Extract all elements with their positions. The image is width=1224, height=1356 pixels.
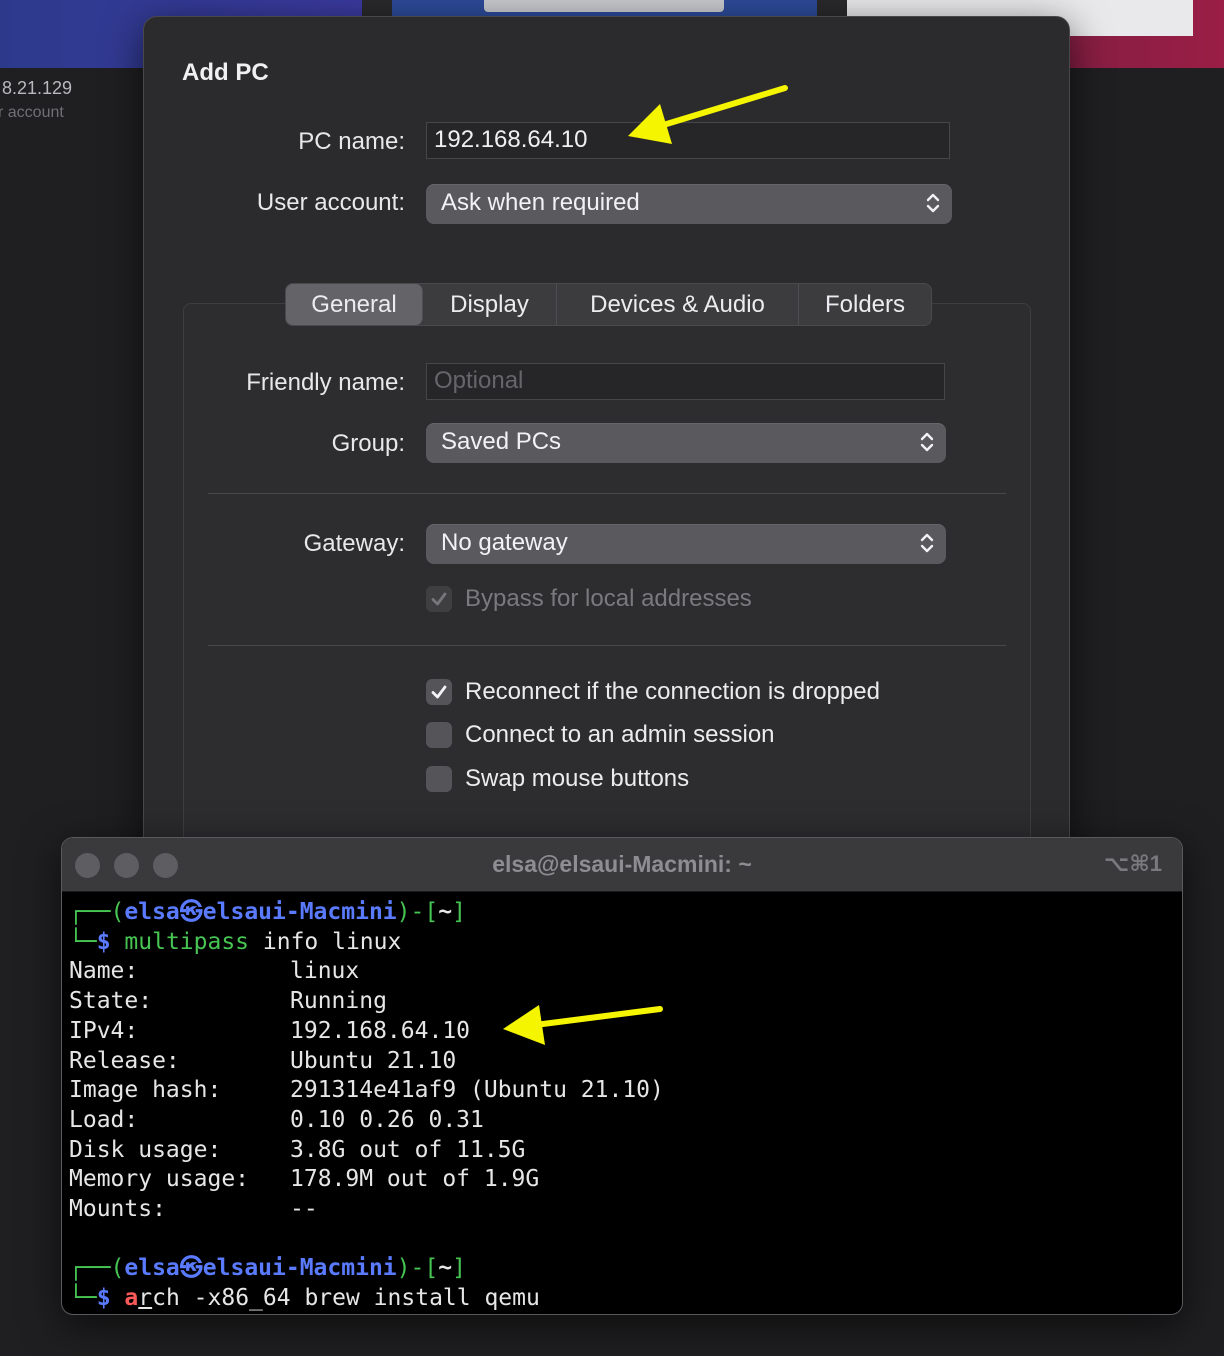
user-account-label: User account: <box>256 189 405 216</box>
dialog-title: Add PC <box>182 59 269 86</box>
user-account-value: Ask when required <box>441 189 640 216</box>
group-value: Saved PCs <box>441 428 562 455</box>
pc-name-label: PC name: <box>298 128 405 155</box>
reconnect-label: Reconnect if the connection is dropped <box>465 678 880 705</box>
command-line: └─$ multipass info linux <box>69 928 402 955</box>
annotation-arrow-icon <box>628 85 788 144</box>
gateway-value: No gateway <box>441 529 568 556</box>
swap-mouse-label: Swap mouse buttons <box>465 765 690 792</box>
checkbox-box <box>426 722 452 748</box>
info-row: Name: linux <box>69 958 360 985</box>
group-select[interactable]: Saved PCs <box>426 423 946 463</box>
command-line: └─$ arch -x86_64 brew install qemu <box>69 1285 540 1312</box>
terminal-window: elsa@elsaui-Macmini: ~ ⌥⌘1 ┌──(elsa㉿elsa… <box>61 837 1183 1315</box>
checkmark-icon <box>431 685 447 699</box>
prompt-line: ┌──(elsa㉿elsaui-Macmini)-[~] <box>69 1255 466 1282</box>
checkbox-box <box>426 586 452 612</box>
bypass-local-checkbox[interactable]: Bypass for local addresses <box>426 585 752 613</box>
checkmark-icon <box>431 592 447 606</box>
terminal-shortcut: ⌥⌘1 <box>1104 851 1162 876</box>
tab-devices-audio[interactable]: Devices & Audio <box>557 284 799 325</box>
section-divider <box>208 645 1006 646</box>
chevron-updown-icon <box>926 193 940 213</box>
gateway-label: Gateway: <box>303 530 405 557</box>
admin-session-label: Connect to an admin session <box>465 721 775 748</box>
friendly-name-input[interactable]: Optional <box>426 363 945 400</box>
section-divider <box>208 493 1006 494</box>
chevron-updown-icon <box>920 533 934 553</box>
gateway-select[interactable]: No gateway <box>426 524 946 564</box>
admin-session-checkbox[interactable]: Connect to an admin session <box>426 721 775 749</box>
info-row: Mounts: -- <box>69 1196 318 1223</box>
bypass-local-label: Bypass for local addresses <box>465 585 752 612</box>
group-label: Group: <box>331 430 405 457</box>
terminal-titlebar: elsa@elsaui-Macmini: ~ ⌥⌘1 <box>62 838 1182 892</box>
friendly-name-label: Friendly name: <box>246 369 405 396</box>
checkbox-box <box>426 766 452 792</box>
info-row: Load: 0.10 0.26 0.31 <box>69 1106 484 1133</box>
reconnect-checkbox[interactable]: Reconnect if the connection is dropped <box>426 678 880 706</box>
user-account-select[interactable]: Ask when required <box>426 184 952 224</box>
tab-display[interactable]: Display <box>423 284 557 325</box>
tab-bar: General Display Devices & Audio Folders <box>285 283 932 326</box>
info-row: Disk usage: 3.8G out of 11.5G <box>69 1136 526 1163</box>
swap-mouse-checkbox[interactable]: Swap mouse buttons <box>426 765 689 793</box>
prompt-line: ┌──(elsa㉿elsaui-Macmini)-[~] <box>69 899 466 925</box>
background-account-text: r account <box>0 104 64 121</box>
terminal-output[interactable]: ┌──(elsa㉿elsaui-Macmini)-[~] └─$ multipas… <box>69 898 664 1314</box>
text-cursor: r <box>138 1285 153 1312</box>
terminal-title: elsa@elsaui-Macmini: ~ <box>492 851 752 877</box>
background-ip-text: 8.21.129 <box>2 78 73 98</box>
tab-general[interactable]: General <box>286 284 423 325</box>
info-row: Image hash: 291314e41af9 (Ubuntu 21.10) <box>69 1077 664 1104</box>
annotation-arrow-icon <box>503 1005 663 1045</box>
checkbox-box <box>426 679 452 705</box>
info-row: Memory usage: 178.9M out of 1.9G <box>69 1166 540 1193</box>
tab-folders[interactable]: Folders <box>799 284 931 325</box>
chevron-updown-icon <box>920 432 934 452</box>
